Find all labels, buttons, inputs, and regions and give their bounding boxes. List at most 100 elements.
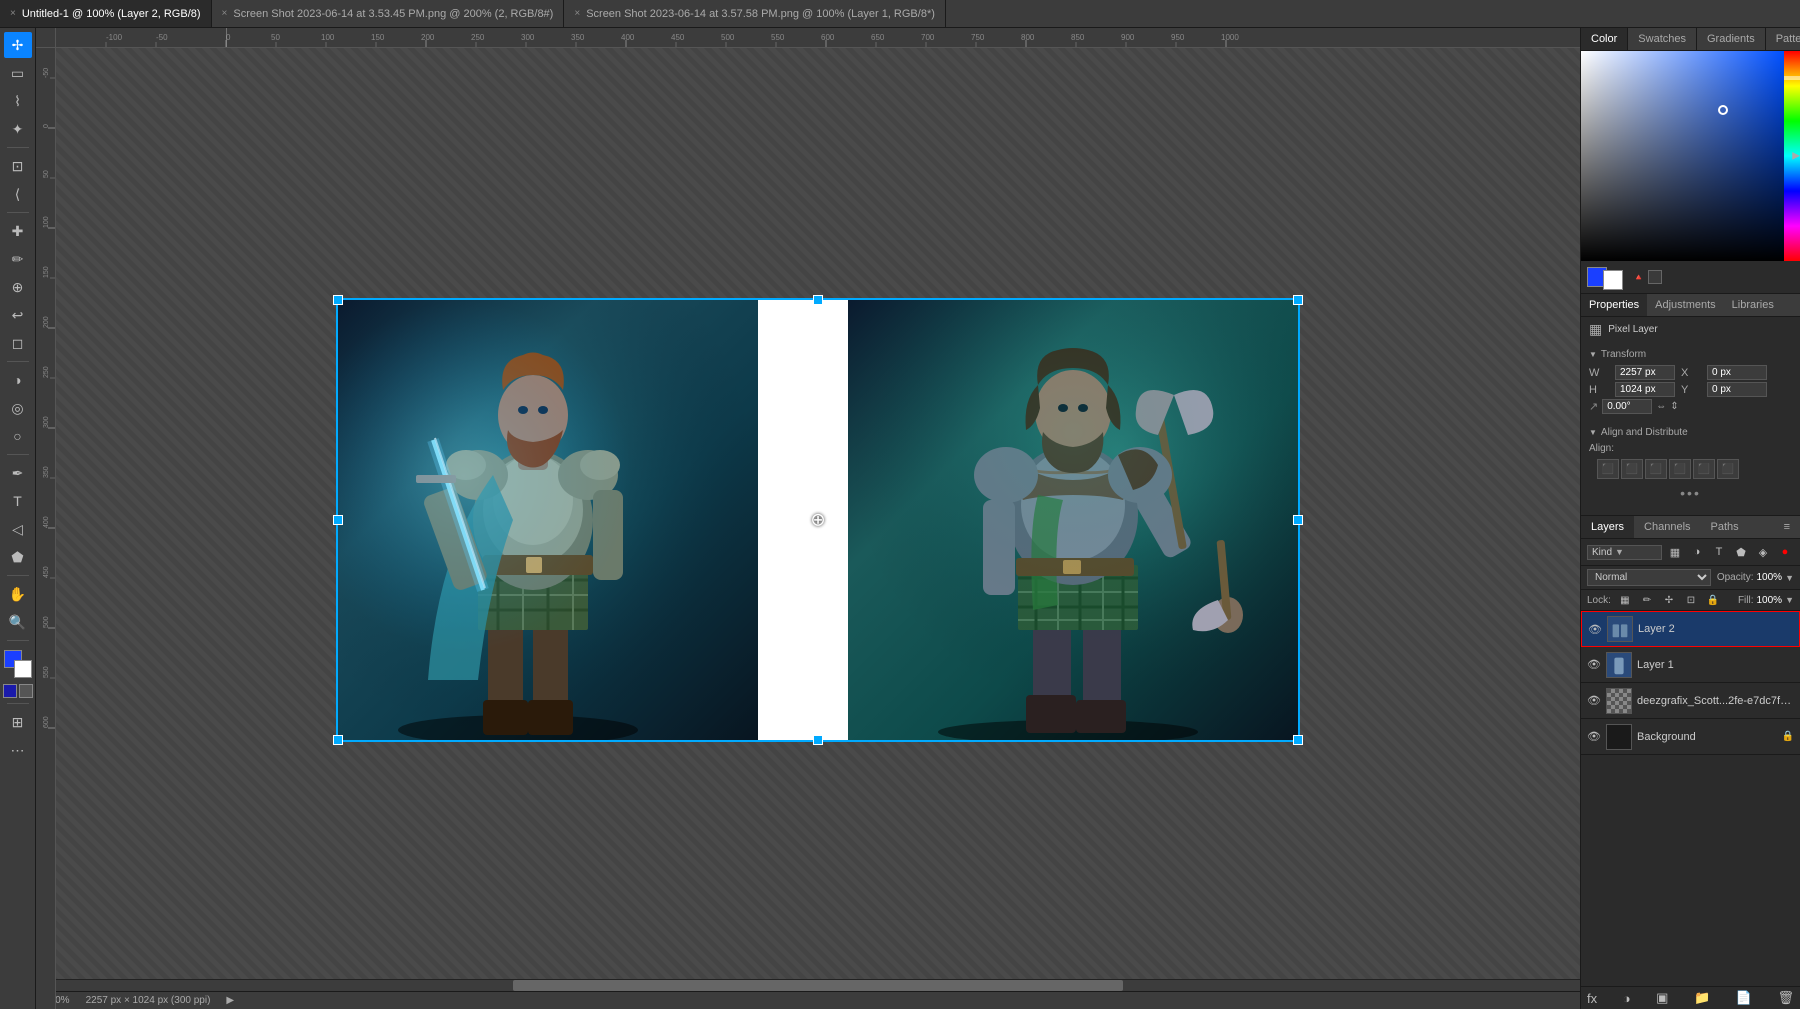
color-picker-gradient[interactable] xyxy=(1581,51,1784,261)
swatches-tab[interactable]: Swatches xyxy=(1628,28,1697,50)
rect-select-tool[interactable]: ▭ xyxy=(4,60,32,86)
eye-bg[interactable]: 👁 xyxy=(1587,730,1601,744)
more-options-btn[interactable]: ••• xyxy=(1589,481,1792,505)
gradient-tool[interactable]: ◑ xyxy=(4,367,32,393)
handle-top-center[interactable] xyxy=(813,295,823,305)
filter-toggle[interactable]: ● xyxy=(1776,543,1794,561)
lasso-tool[interactable]: ⌇ xyxy=(4,88,32,114)
handle-middle-right[interactable] xyxy=(1293,515,1303,525)
color-swatches[interactable] xyxy=(4,650,32,678)
layer-item-layer1[interactable]: 👁 Layer 1 xyxy=(1581,647,1800,683)
align-bottom-btn[interactable]: ⬛ xyxy=(1717,459,1739,479)
patterns-tab[interactable]: Patterns xyxy=(1766,28,1800,50)
zoom-tool[interactable]: 🔍 xyxy=(4,609,32,635)
y-input[interactable] xyxy=(1707,382,1767,397)
handle-bottom-left[interactable] xyxy=(333,735,343,745)
adjustments-tab[interactable]: Adjustments xyxy=(1647,294,1724,316)
layer-item-bg[interactable]: 👁 Background 🔒 xyxy=(1581,719,1800,755)
lock-pixels-btn[interactable]: ▦ xyxy=(1617,592,1633,608)
lock-paint-btn[interactable]: ✏ xyxy=(1639,592,1655,608)
channels-tab[interactable]: Channels xyxy=(1634,516,1700,538)
screen-mode-tool[interactable]: ⊞ xyxy=(4,709,32,735)
layer-item-deez[interactable]: 👁 deezgrafix_Scott...2fe-e7dc7f9fe017 xyxy=(1581,683,1800,719)
handle-bottom-right[interactable] xyxy=(1293,735,1303,745)
filter-adj-btn[interactable]: ◑ xyxy=(1688,543,1706,561)
layer-group-btn[interactable]: 📁 xyxy=(1694,990,1710,1006)
angle-input[interactable] xyxy=(1602,399,1652,414)
align-center-v-btn[interactable]: ⬛ xyxy=(1693,459,1715,479)
align-left-btn[interactable]: ⬛ xyxy=(1597,459,1619,479)
close-icon-2[interactable]: × xyxy=(222,8,228,19)
align-center-h-btn[interactable]: ⬛ xyxy=(1621,459,1643,479)
standard-mode[interactable] xyxy=(3,684,17,698)
handle-middle-left[interactable] xyxy=(333,515,343,525)
lock-artboard-btn[interactable]: ⊡ xyxy=(1683,592,1699,608)
canvas-image-area[interactable]: ⊕ xyxy=(338,300,1298,740)
eye-deez[interactable]: 👁 xyxy=(1587,694,1601,708)
transform-title[interactable]: ▼ Transform xyxy=(1589,346,1792,363)
fill-arrow[interactable]: ▼ xyxy=(1785,595,1794,605)
layers-tab[interactable]: Layers xyxy=(1581,516,1634,538)
flip-v-btn[interactable]: ⇕ xyxy=(1670,401,1678,412)
color-picker-cursor[interactable] xyxy=(1718,105,1728,115)
dodge-tool[interactable]: ○ xyxy=(4,423,32,449)
filter-pixel-btn[interactable]: ▦ xyxy=(1666,543,1684,561)
path-select-tool[interactable]: ◁ xyxy=(4,516,32,542)
fx-btn[interactable]: fx xyxy=(1587,991,1597,1006)
quick-mask-mode[interactable] xyxy=(19,684,33,698)
more-tools[interactable]: ⋯ xyxy=(4,737,32,763)
brush-tool[interactable]: ✏ xyxy=(4,246,32,272)
filter-smart-btn[interactable]: ◈ xyxy=(1754,543,1772,561)
new-layer-btn[interactable]: 📄 xyxy=(1736,990,1752,1006)
lock-all-btn[interactable]: 🔒 xyxy=(1705,592,1721,608)
fill-value[interactable]: 100% xyxy=(1757,595,1783,606)
blend-mode-select[interactable]: Normal Multiply Screen Overlay xyxy=(1587,569,1711,586)
h-scrollbar-thumb[interactable] xyxy=(513,980,1123,991)
erase-tool[interactable]: ◻ xyxy=(4,330,32,356)
align-top-btn[interactable]: ⬛ xyxy=(1669,459,1691,479)
filter-type-btn[interactable]: T xyxy=(1710,543,1728,561)
hue-cursor[interactable] xyxy=(1784,76,1800,80)
layer-mask-btn[interactable]: ▣ xyxy=(1656,990,1668,1006)
layer-item-layer2[interactable]: 👁 Layer 2 xyxy=(1581,611,1800,647)
blur-tool[interactable]: ◎ xyxy=(4,395,32,421)
paths-tab[interactable]: Paths xyxy=(1701,516,1749,538)
tab-3[interactable]: × Screen Shot 2023-06-14 at 3.57.58 PM.p… xyxy=(564,0,946,27)
close-icon-1[interactable]: × xyxy=(10,8,16,19)
stamp-tool[interactable]: ⊕ xyxy=(4,274,32,300)
color-tab[interactable]: Color xyxy=(1581,28,1628,50)
handle-bottom-center[interactable] xyxy=(813,735,823,745)
crop-tool[interactable]: ⊡ xyxy=(4,153,32,179)
hand-tool[interactable]: ✋ xyxy=(4,581,32,607)
opacity-arrow[interactable]: ▼ xyxy=(1785,573,1794,583)
shape-tool[interactable]: ⬟ xyxy=(4,544,32,570)
layers-menu-btn[interactable]: ≡ xyxy=(1774,516,1800,538)
pen-tool[interactable]: ✒ xyxy=(4,460,32,486)
opacity-value[interactable]: 100% xyxy=(1757,572,1783,583)
align-right-btn[interactable]: ⬛ xyxy=(1645,459,1667,479)
tab-2[interactable]: × Screen Shot 2023-06-14 at 3.53.45 PM.p… xyxy=(212,0,565,27)
magic-wand-tool[interactable]: ✦ xyxy=(4,116,32,142)
heal-tool[interactable]: ✚ xyxy=(4,218,32,244)
color-mode-square[interactable] xyxy=(1648,270,1662,284)
handle-top-left[interactable] xyxy=(333,295,343,305)
handle-top-right[interactable] xyxy=(1293,295,1303,305)
libraries-tab[interactable]: Libraries xyxy=(1724,294,1782,316)
color-expand-arrow[interactable]: ▶ xyxy=(1792,151,1800,162)
delete-layer-btn[interactable]: 🗑 xyxy=(1777,990,1794,1006)
eye-layer1[interactable]: 👁 xyxy=(1587,658,1601,672)
h-input[interactable] xyxy=(1615,382,1675,397)
close-icon-3[interactable]: × xyxy=(574,8,580,19)
filter-shape-btn[interactable]: ⬟ xyxy=(1732,543,1750,561)
flip-h-btn[interactable]: ⇔ xyxy=(1656,401,1666,412)
eye-layer2[interactable]: 👁 xyxy=(1588,622,1602,636)
eyedropper-tool[interactable]: ⟨ xyxy=(4,181,32,207)
layers-kind-selector[interactable]: Kind ▼ xyxy=(1587,545,1662,560)
align-title[interactable]: ▼ Align and Distribute xyxy=(1589,424,1792,441)
text-tool[interactable]: T xyxy=(4,488,32,514)
properties-tab[interactable]: Properties xyxy=(1581,294,1647,316)
status-arrow[interactable]: ▶ xyxy=(226,995,234,1006)
background-color[interactable] xyxy=(14,660,32,678)
h-scrollbar[interactable] xyxy=(56,979,1580,991)
bg-color-swatch[interactable] xyxy=(1603,270,1623,290)
